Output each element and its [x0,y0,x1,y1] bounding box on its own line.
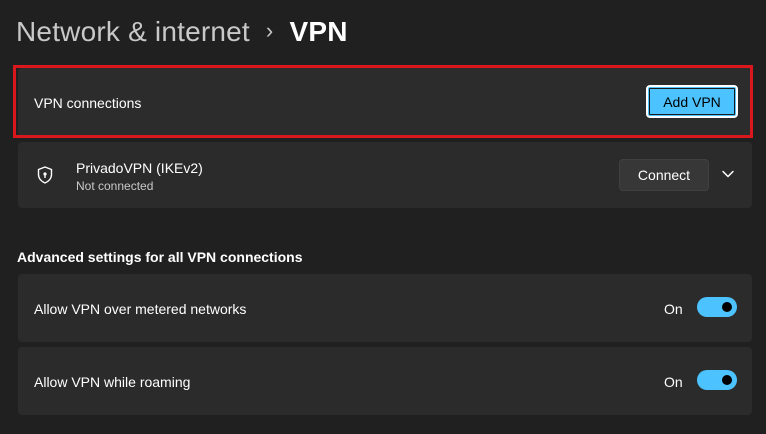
toggle-knob [722,302,732,312]
shield-icon [37,166,53,184]
chevron-down-icon[interactable] [721,168,735,180]
page-title: VPN [289,16,348,47]
setting-label-roaming: Allow VPN while roaming [34,374,191,390]
breadcrumb-parent-network-internet[interactable]: Network & internet [16,16,250,48]
toggle-switch-roaming[interactable] [697,370,737,390]
breadcrumb: Network & internet › VPN [16,12,348,52]
advanced-settings-heading: Advanced settings for all VPN connection… [17,249,303,265]
connect-button[interactable]: Connect [619,159,709,191]
setting-row-metered: Allow VPN over metered networks On [18,274,752,342]
toggle-state-roaming: On [664,374,683,390]
setting-row-roaming: Allow VPN while roaming On [18,347,752,415]
toggle-knob [722,375,732,385]
vpn-connection-status: Not connected [76,179,154,193]
toggle-state-metered: On [664,301,683,317]
vpn-connection-item-privadovpn[interactable]: PrivadoVPN (IKEv2) Not connected Connect [18,142,752,208]
vpn-connections-label: VPN connections [34,95,142,111]
vpn-connection-name: PrivadoVPN (IKEv2) [76,160,203,176]
breadcrumb-separator: › [265,18,274,43]
toggle-switch-metered[interactable] [697,297,737,317]
add-vpn-button[interactable]: Add VPN [646,85,738,118]
vpn-connections-card: VPN connections Add VPN [18,68,752,136]
setting-label-metered: Allow VPN over metered networks [34,301,247,317]
